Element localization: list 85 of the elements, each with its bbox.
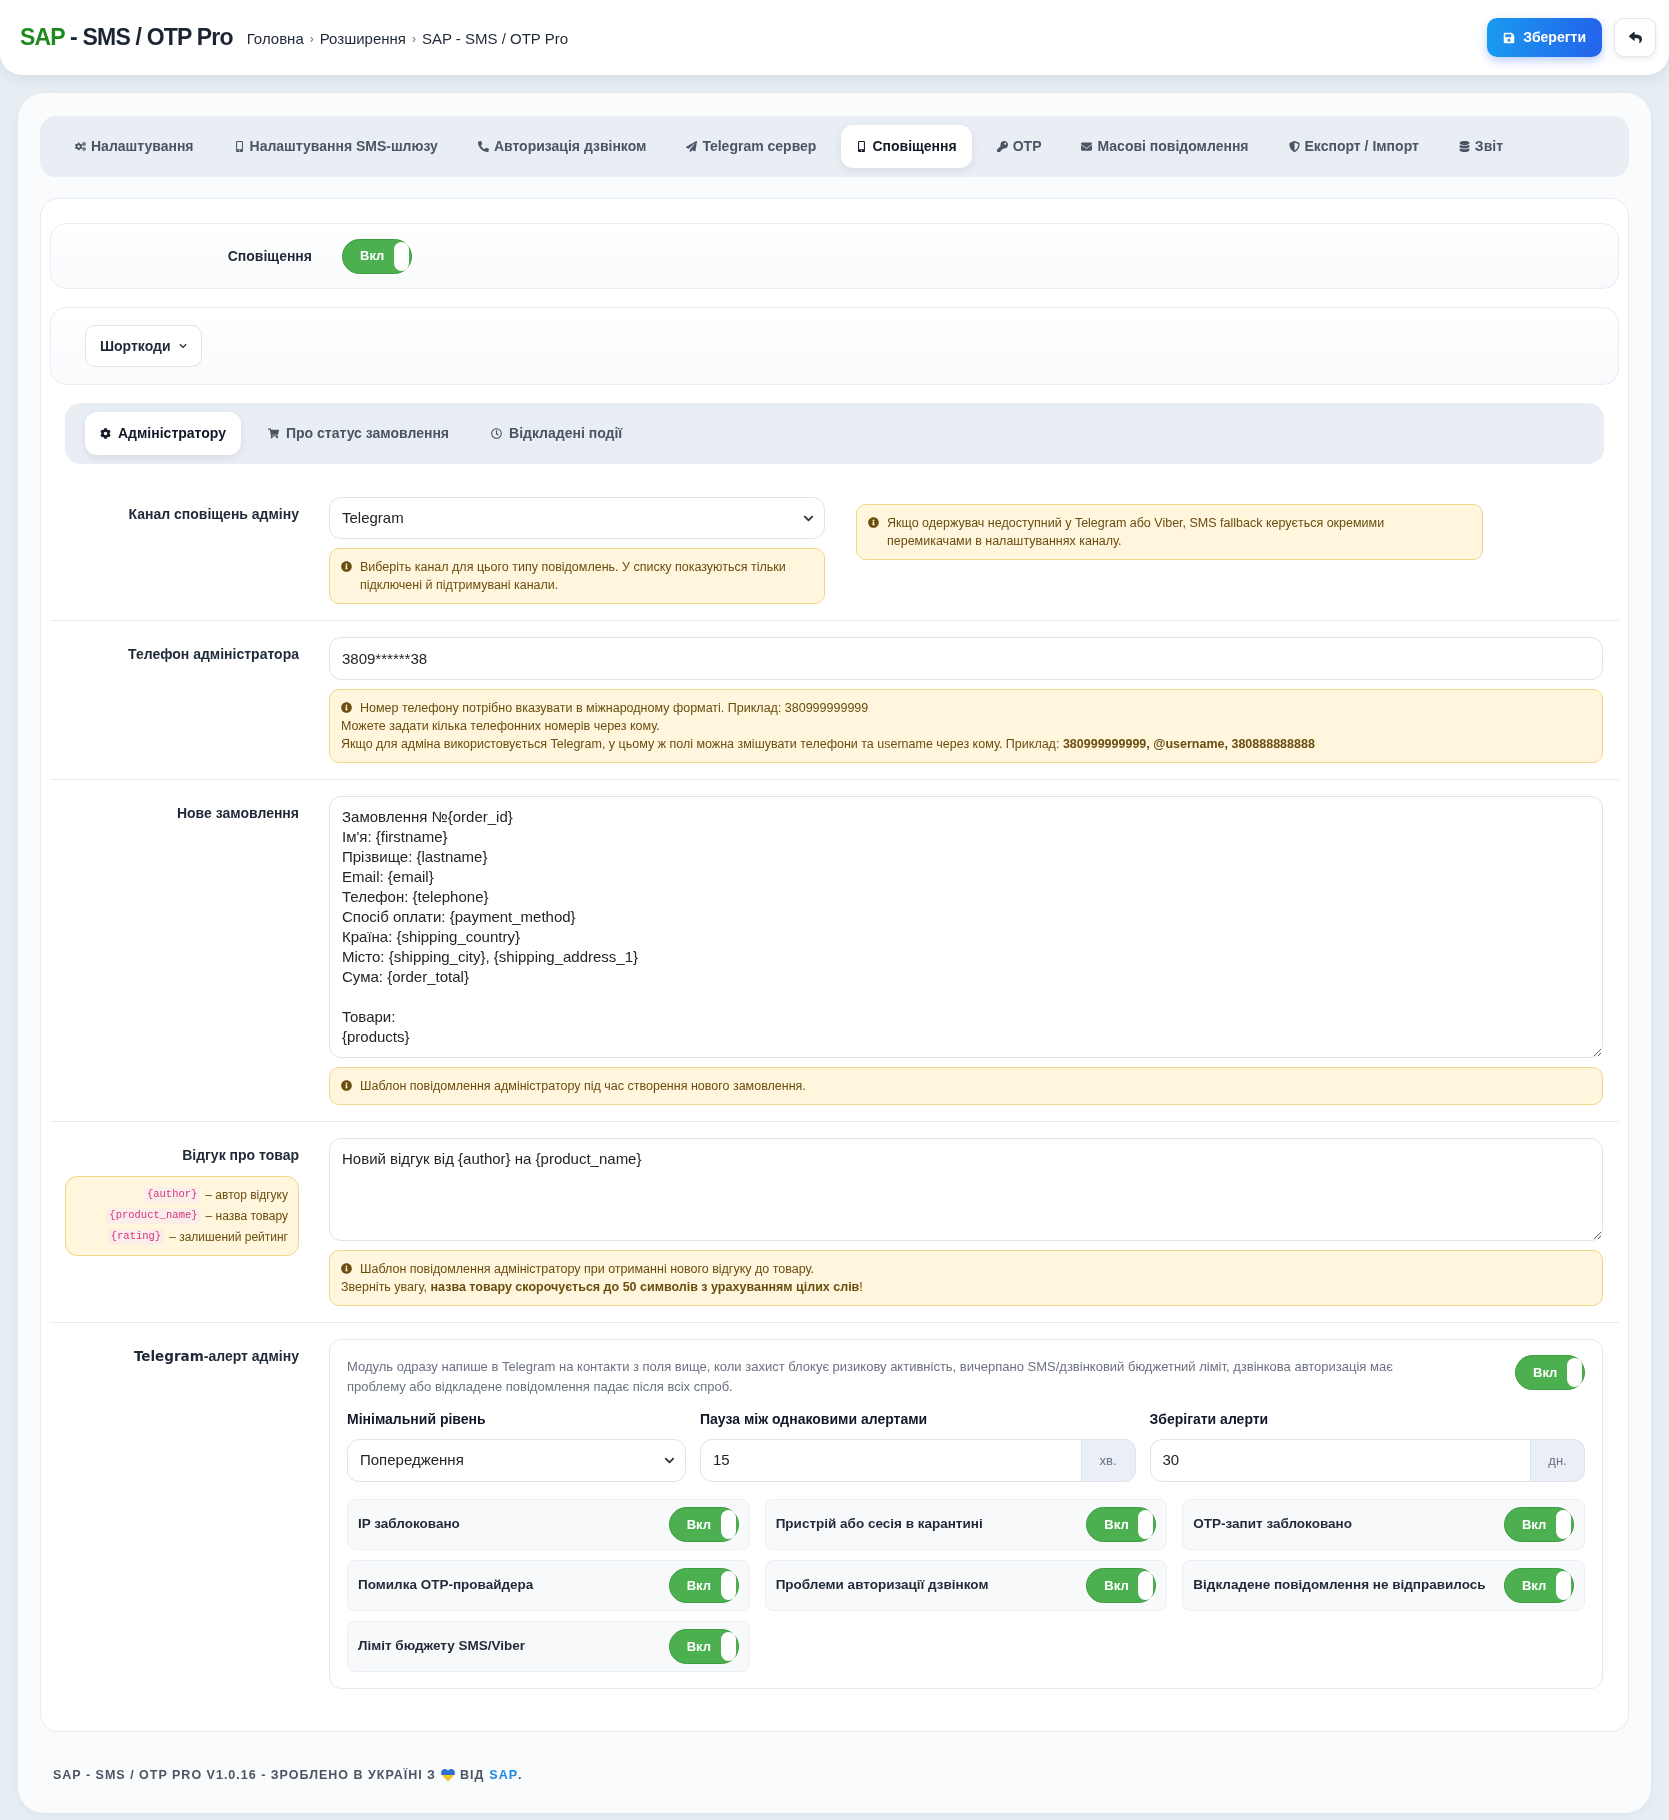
level-select[interactable]: Попередження <box>347 1439 686 1482</box>
channel-select[interactable]: Telegram <box>329 497 825 539</box>
hint-text: Шаблон повідомлення адміністратору під час створення нового замовлення. <box>360 1078 806 1095</box>
envelope-icon <box>1081 141 1093 152</box>
field-label: Telegram-алерт адміну <box>133 1347 299 1366</box>
subtab[interactable]: Про статус замовлення <box>252 412 465 455</box>
field-label: Пауза між однаковими алертами <box>700 1410 929 1429</box>
field-label: Нове замовлення <box>176 804 299 823</box>
tab[interactable]: Експорт / Імпорт <box>1273 125 1434 168</box>
tab[interactable]: Telegram сервер <box>671 125 832 168</box>
hint-text: Виберіть канал для цього типу повідомлень. У списку показуються тільки підключені й підтримувані канали. <box>360 559 787 594</box>
hint-text: Зверніть увагу, назва товару скорочується до 50 символів з урахуванням цілих слів! <box>341 1279 863 1296</box>
shortcode: {author} <box>143 1187 201 1203</box>
field-label: Відгук про товар <box>182 1146 299 1165</box>
tab[interactable]: OTP <box>981 125 1057 168</box>
mobile-phone-icon <box>856 141 868 152</box>
message-textarea[interactable]: Замовлення №{order_id} Ім'я: {firstname} Прізвище: {lastname} Email: {email} Телефон: {telephone} Спосіб оплати: {payment_method} Країна: {shipping_country} Місто: {shipping_city}, {shipping_address_1} Сума: {order_total} Товари: {products} <box>329 796 1603 1058</box>
number-input[interactable]: 30 <box>1149 1439 1531 1482</box>
breadcrumb-link[interactable]: Розширення <box>319 27 406 51</box>
hint-text: Номер телефону потрібно вказувати в міжнародному форматі. Приклад: 380999999999 <box>360 700 869 717</box>
breadcrumb-link[interactable]: SAP - SMS / OTP Pro <box>421 27 569 51</box>
info-icon <box>341 1263 352 1274</box>
event-label: OTP-запит заблоковано <box>1193 1515 1352 1534</box>
breadcrumb-separator: › <box>309 31 314 48</box>
paper-plane-icon <box>686 141 698 152</box>
phone-input[interactable]: 3809******38 <box>329 637 1603 680</box>
info-icon <box>868 517 879 528</box>
save-icon <box>1503 31 1516 44</box>
mobile-phone-icon <box>233 141 245 152</box>
unit-addon: дн. <box>1531 1439 1585 1482</box>
key-icon <box>996 141 1008 152</box>
cart-icon <box>267 428 279 439</box>
event-label: IP заблоковано <box>358 1515 460 1534</box>
field-label: Канал сповіщень адміну <box>128 505 299 524</box>
number-input[interactable]: 15 <box>700 1439 1082 1482</box>
shield-icon <box>1288 141 1300 152</box>
gear-icon <box>100 428 111 439</box>
tab[interactable]: Масові повідомлення <box>1066 125 1264 168</box>
shortcode-description: – автор відгуку <box>205 1187 288 1204</box>
note-text: Якщо одержувач недоступний у Telegram або Viber, SMS fallback керується окремими перемикачами в налаштуваннях каналу. <box>887 515 1386 550</box>
clock-icon <box>491 428 503 439</box>
event-label: Помилка OTP-провайдера <box>358 1576 534 1595</box>
save-button[interactable]: Зберегти <box>1487 18 1602 57</box>
hint-text: Шаблон повідомлення адміністратору при отриманні нового відгуку до товару. <box>360 1261 814 1278</box>
field-label: Зберігати алерти <box>1149 1410 1270 1429</box>
tab[interactable]: Налаштування <box>60 125 209 168</box>
breadcrumb-link[interactable]: Головна <box>246 27 304 51</box>
unit-addon: хв. <box>1081 1439 1136 1482</box>
info-icon <box>341 1080 352 1091</box>
app-logo: SAP - SMS / OTP Pro <box>20 23 233 53</box>
field-label: Сповіщення <box>226 246 312 266</box>
event-label: Ліміт бюджету SMS/Viber <box>358 1637 526 1656</box>
chevron-down-icon <box>664 1455 675 1466</box>
info-icon <box>341 561 352 572</box>
event-label: Відкладене повідомлення не відправилось <box>1193 1576 1486 1595</box>
tab[interactable]: Авторизація дзвінком <box>462 125 662 168</box>
tab[interactable]: Сповіщення <box>841 125 972 168</box>
footer-link[interactable]: SAP <box>489 1766 519 1785</box>
shortcode-description: – назва товару <box>205 1208 288 1225</box>
shortcode-description: – залишений рейтинг <box>169 1229 288 1246</box>
back-button[interactable] <box>1614 18 1656 57</box>
description-text: Модуль одразу напише в Telegram на контакти з поля вище, коли захист блокує ризикову активність, вичерпано SMS/дзвінковий бюджетний ліміт, дзвінкова авторизація має проблему або відкладене повідомлення падає після всіх спроб. <box>347 1358 1394 1396</box>
phone-icon <box>477 141 489 152</box>
chevron-down-icon <box>178 342 187 350</box>
breadcrumb-separator: › <box>411 31 416 48</box>
database-icon <box>1458 141 1470 152</box>
gears-icon <box>75 141 86 152</box>
field-label: Мінімальний рівень <box>347 1410 487 1429</box>
event-label: Проблеми авторизації дзвінком <box>775 1576 989 1595</box>
tab[interactable]: Налаштування SMS-шлюзу <box>218 125 453 168</box>
info-icon <box>341 702 352 713</box>
shortcode: {rating} <box>107 1229 165 1245</box>
hint-text: Можете задати кілька телефонних номерів через кому. <box>341 718 660 735</box>
heart-icon <box>440 1768 455 1782</box>
footer-text: SAP - SMS / OTP PRO V1.0.16 - ЗРОБЛЕНО В УКРАЇНІ З ВІД SAP. <box>40 1766 1629 1785</box>
subtab[interactable]: Адміністратору <box>85 412 241 455</box>
shortcodes-button[interactable]: Шорткоди <box>85 325 202 367</box>
field-label: Телефон адміністратора <box>128 645 299 664</box>
reply-icon <box>1628 31 1642 44</box>
hint-text: Якщо для адміна використовується Telegram, у цьому ж полі можна змішувати телефони та username через кому. Приклад: 380999999999, @username, 380888888888 <box>341 736 1315 753</box>
event-label: Пристрій або сесія в карантині <box>775 1515 983 1534</box>
tab[interactable]: Звіт <box>1443 125 1518 168</box>
subtab[interactable]: Відкладені події <box>476 412 638 455</box>
shortcode: {product_name} <box>106 1208 201 1224</box>
message-textarea[interactable]: Новий відгук від {author} на {product_name} <box>329 1138 1603 1241</box>
